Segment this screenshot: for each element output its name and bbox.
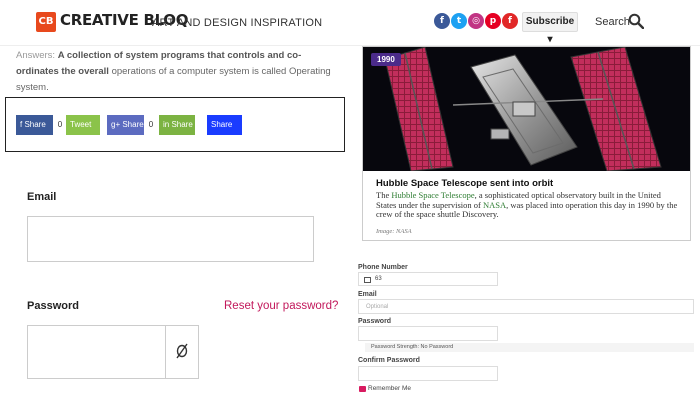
confirm-password-label: Confirm Password bbox=[358, 357, 420, 364]
subscribe-button[interactable]: Subscribe ▾ bbox=[522, 12, 578, 45]
email-label: Email bbox=[27, 191, 57, 203]
search-icon[interactable] bbox=[628, 13, 644, 29]
show-password-button[interactable] bbox=[165, 325, 198, 378]
signup-email-label: Email bbox=[358, 291, 377, 298]
instagram-icon[interactable]: ◎ bbox=[468, 13, 484, 29]
linkedin-share-button[interactable]: in Share bbox=[159, 115, 195, 135]
googleplus-share-count: 0 bbox=[144, 115, 158, 135]
share-bar: f Share 0 Tweet g+ Share 0 in Share Shar… bbox=[5, 97, 345, 152]
country-code: 63 bbox=[375, 276, 382, 282]
twitter-icon[interactable]: t bbox=[451, 13, 467, 29]
password-label: Password bbox=[27, 300, 79, 312]
year-badge: 1990 bbox=[371, 53, 401, 66]
signup-email-field[interactable] bbox=[358, 299, 694, 314]
logo-mark[interactable]: CB bbox=[36, 12, 56, 32]
eye-off-icon bbox=[176, 343, 188, 359]
hubble-image: 1990 bbox=[363, 47, 690, 171]
search-label[interactable]: Search bbox=[595, 16, 630, 28]
email-placeholder: Optional bbox=[366, 304, 389, 310]
pinterest-share-button[interactable]: Share bbox=[207, 115, 242, 135]
password-strength: Password Strength: No Password bbox=[365, 343, 694, 352]
card-title[interactable]: Hubble Space Telescope sent into orbit bbox=[376, 178, 553, 189]
facebook-icon[interactable]: f bbox=[434, 13, 450, 29]
signup-password-field[interactable] bbox=[358, 326, 498, 341]
hubble-link[interactable]: Hubble Space Telescope bbox=[391, 190, 474, 200]
answer-label: Answers: bbox=[16, 50, 56, 61]
pinterest-icon[interactable]: p bbox=[485, 13, 501, 29]
twitter-share-button[interactable]: Tweet bbox=[66, 115, 100, 135]
email-field[interactable] bbox=[27, 216, 314, 262]
remember-me-label[interactable]: Remember Me bbox=[368, 385, 411, 392]
signup-password-label: Password bbox=[358, 318, 392, 325]
image-credit: Image: NASA bbox=[376, 228, 412, 235]
phone-label: Phone Number bbox=[358, 264, 408, 271]
hubble-telescope-illustration bbox=[363, 47, 690, 171]
facebook-share-button[interactable]: f Share bbox=[16, 115, 54, 135]
googleplus-share-button[interactable]: g+ Share bbox=[107, 115, 145, 135]
answer-text: Answers: A collection of system programs… bbox=[16, 48, 334, 96]
confirm-password-field[interactable] bbox=[358, 366, 498, 381]
country-flag-icon[interactable] bbox=[364, 277, 371, 283]
remember-me-checkbox[interactable] bbox=[359, 386, 366, 392]
reset-password-link[interactable]: Reset your password? bbox=[224, 300, 338, 312]
flipboard-icon[interactable]: f bbox=[502, 13, 518, 29]
nasa-link[interactable]: NASA bbox=[483, 200, 506, 210]
on-this-day-card[interactable]: 1990 Hubble Space Telescope sent into or… bbox=[362, 46, 691, 241]
site-header: CB CREATIVE BLOQ ART AND DESIGN INSPIRAT… bbox=[0, 0, 700, 46]
site-tagline: ART AND DESIGN INSPIRATION bbox=[152, 17, 323, 29]
facebook-share-count: 0 bbox=[53, 115, 67, 135]
card-body: The Hubble Space Telescope, a sophistica… bbox=[376, 190, 678, 219]
